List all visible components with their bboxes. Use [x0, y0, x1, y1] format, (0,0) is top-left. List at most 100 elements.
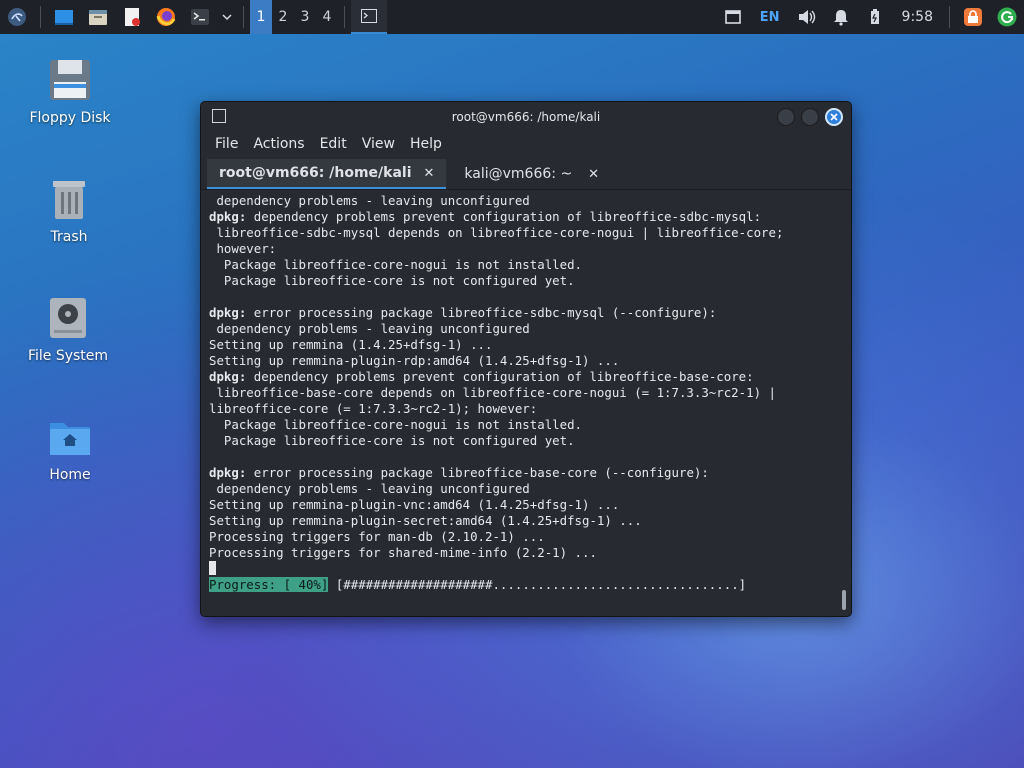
terminal-scrollbar[interactable]	[842, 590, 846, 610]
desktop-icon-file-system[interactable]: File System	[8, 296, 128, 364]
terminal-line: Setting up remmina (1.4.25+dfsg-1) ...	[209, 337, 833, 353]
floppy-icon	[50, 60, 90, 100]
show-desktop-icon[interactable]	[53, 6, 75, 28]
desktop-icon-floppy-disk[interactable]: Floppy Disk	[10, 58, 130, 126]
file-manager-icon[interactable]	[87, 6, 109, 28]
dpkg-prefix: dpkg:	[209, 209, 247, 224]
workspace-3[interactable]: 3	[294, 0, 316, 34]
terminal-line: libreoffice-core (= 1:7.3.3~rc2-1); howe…	[209, 401, 833, 417]
desktop-icon-label: Home	[49, 467, 91, 483]
terminal-icon[interactable]	[189, 6, 211, 28]
terminal-line-text: Package libreoffice-core-nogui is not in…	[209, 257, 582, 272]
cursor-line	[209, 561, 833, 577]
terminal-line-text: dependency problems - leaving unconfigur…	[209, 193, 530, 208]
dpkg-prefix: dpkg:	[209, 369, 247, 384]
volume-icon[interactable]	[796, 6, 818, 28]
progress-label: Progress: [ 40%]	[209, 577, 329, 592]
taskbar-terminal-button[interactable]	[351, 0, 387, 34]
terminal-window: root@vm666: /home/kali File Actions Edit…	[200, 101, 852, 617]
close-button[interactable]	[825, 108, 843, 126]
menu-file[interactable]: File	[215, 136, 238, 152]
terminal-line-text: Setting up remmina-plugin-secret:amd64 (…	[209, 513, 642, 528]
terminal-line-text: error processing package libreoffice-bas…	[246, 465, 709, 480]
terminal-line: libreoffice-sdbc-mysql depends on libreo…	[209, 225, 833, 241]
update-notifier-icon[interactable]	[996, 6, 1018, 28]
terminal-line-text: Processing triggers for shared-mime-info…	[209, 545, 597, 560]
close-tab-icon[interactable]: ✕	[424, 166, 435, 181]
menu-actions[interactable]: Actions	[253, 136, 304, 152]
terminal-line: Setting up remmina-plugin-rdp:amd64 (1.4…	[209, 353, 833, 369]
terminal-line-text: Package libreoffice-core is not configur…	[209, 273, 575, 288]
tab-root[interactable]: root@vm666: /home/kali ✕	[207, 159, 447, 189]
workspace-1[interactable]: 1	[250, 0, 272, 34]
window-title: root@vm666: /home/kali	[451, 110, 601, 124]
terminal-line-text: libreoffice-base-core depends on libreof…	[209, 385, 776, 400]
top-panel: 1 2 3 4 EN 9:58	[0, 0, 1024, 34]
terminal-line-text: Setting up remmina (1.4.25+dfsg-1) ...	[209, 337, 493, 352]
terminal-line-text: however:	[209, 241, 277, 256]
menu-help[interactable]: Help	[410, 136, 442, 152]
chevron-down-icon[interactable]	[221, 6, 233, 28]
terminal-line: Processing triggers for man-db (2.10.2-1…	[209, 529, 833, 545]
close-icon	[830, 113, 838, 121]
tab-label: kali@vm666: ~	[464, 166, 573, 182]
terminal-line-text: Package libreoffice-core-nogui is not in…	[209, 417, 582, 432]
close-tab-icon[interactable]: ✕	[588, 167, 599, 182]
menu-view[interactable]: View	[362, 136, 395, 152]
keyboard-layout[interactable]: EN	[760, 10, 780, 25]
notification-bell-icon[interactable]	[830, 6, 852, 28]
terminal-line-text: Package libreoffice-core is not configur…	[209, 433, 575, 448]
battery-icon[interactable]	[864, 6, 886, 28]
clock[interactable]: 9:58	[902, 9, 933, 25]
terminal-line-text: libreoffice-sdbc-mysql depends on libreo…	[209, 225, 784, 240]
dpkg-prefix: dpkg:	[209, 305, 247, 320]
desktop-icon-label: Trash	[50, 229, 88, 245]
window-titlebar[interactable]: root@vm666: /home/kali	[201, 102, 851, 132]
terminal-line: Setting up remmina-plugin-vnc:amd64 (1.4…	[209, 497, 833, 513]
terminal-line: dependency problems - leaving unconfigur…	[209, 193, 833, 209]
terminal-line-text: libreoffice-core (= 1:7.3.3~rc2-1); howe…	[209, 401, 538, 416]
terminal-line-text: Setting up remmina-plugin-vnc:amd64 (1.4…	[209, 497, 620, 512]
terminal-line-text: dependency problems prevent configuratio…	[246, 209, 762, 224]
home-folder-icon	[50, 423, 90, 455]
workspace-4[interactable]: 4	[316, 0, 338, 34]
terminal-line: libreoffice-base-core depends on libreof…	[209, 385, 833, 401]
tab-bar: root@vm666: /home/kali ✕ kali@vm666: ~ ✕	[201, 158, 851, 190]
menu-bar: File Actions Edit View Help	[201, 132, 851, 156]
window-list-icon[interactable]	[722, 6, 744, 28]
lock-screen-icon[interactable]	[962, 6, 984, 28]
tab-label: root@vm666: /home/kali	[219, 165, 412, 181]
menu-edit[interactable]: Edit	[320, 136, 347, 152]
terminal-line: however:	[209, 241, 833, 257]
dpkg-prefix: dpkg:	[209, 465, 247, 480]
text-editor-icon[interactable]	[121, 6, 143, 28]
terminal-line-text: dependency problems - leaving unconfigur…	[209, 321, 530, 336]
trash-icon	[53, 181, 85, 219]
terminal-line: Package libreoffice-core is not configur…	[209, 273, 833, 289]
firefox-icon[interactable]	[155, 6, 177, 28]
progress-line: Progress: [ 40%] [####################..…	[209, 577, 833, 593]
terminal-line: Package libreoffice-core is not configur…	[209, 433, 833, 449]
workspace-2[interactable]: 2	[272, 0, 294, 34]
tab-kali[interactable]: kali@vm666: ~ ✕	[452, 159, 611, 189]
terminal-line: Processing triggers for shared-mime-info…	[209, 545, 833, 561]
terminal-line: Package libreoffice-core-nogui is not in…	[209, 257, 833, 273]
panel-separator	[243, 6, 244, 28]
minimize-button[interactable]	[777, 108, 795, 126]
panel-separator	[40, 6, 41, 28]
maximize-button[interactable]	[801, 108, 819, 126]
terminal-line: Setting up remmina-plugin-secret:amd64 (…	[209, 513, 833, 529]
terminal-line-text: Setting up remmina-plugin-rdp:amd64 (1.4…	[209, 353, 620, 368]
terminal-line: Package libreoffice-core-nogui is not in…	[209, 417, 833, 433]
desktop-icon-home[interactable]: Home	[10, 415, 130, 483]
desktop-icon-label: File System	[27, 348, 109, 364]
terminal-output[interactable]: dependency problems - leaving unconfigur…	[209, 193, 833, 609]
desktop-icon-trash[interactable]: Trash	[9, 177, 129, 245]
terminal-line: dependency problems - leaving unconfigur…	[209, 321, 833, 337]
terminal-line: dpkg: dependency problems prevent config…	[209, 209, 833, 225]
terminal-line: dpkg: error processing package libreoffi…	[209, 305, 833, 321]
kali-menu-icon[interactable]	[6, 6, 28, 28]
desktop-icon-label: Floppy Disk	[29, 110, 111, 126]
